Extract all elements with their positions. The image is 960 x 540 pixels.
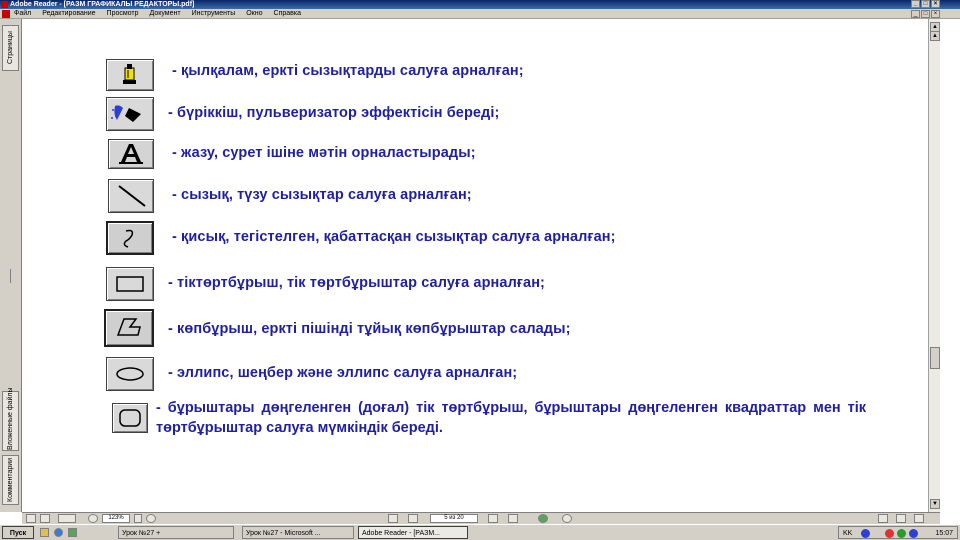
text-tool-button (108, 139, 154, 169)
taskbar-folder-button[interactable]: Урок №27 + (118, 526, 234, 539)
menu-help[interactable]: Справка (274, 9, 301, 19)
system-tray: KK 15:07 (838, 526, 958, 539)
curve-tool-button (106, 221, 154, 255)
quicklaunch-desktop-icon[interactable] (68, 528, 77, 537)
curve-icon (123, 229, 134, 248)
spray-description: - бүріккіш, пульверизатор эффектісін бер… (168, 105, 500, 121)
window-controls: _ □ × (911, 0, 940, 8)
vertical-scrollbar[interactable]: ▲ ▲ ▼ (928, 19, 940, 512)
taskbar: Пуск Урок №27 + Урок №27 - Microsoft ...… (0, 524, 960, 540)
page-number-field[interactable]: 5 из 20 (430, 514, 478, 523)
adobe-reader-icon (1, 1, 8, 8)
doc-minimize-button[interactable]: _ (911, 10, 920, 18)
tab-comments[interactable]: Комментарии (2, 455, 19, 505)
scroll-up-page-icon[interactable]: ▲ (930, 31, 940, 41)
polygon-icon (116, 318, 141, 336)
tab-attachments[interactable]: Вложенные файлы (2, 387, 19, 451)
pencil-icon (123, 64, 136, 84)
facing-page-icon[interactable] (914, 514, 924, 523)
language-indicator[interactable]: KK (843, 527, 852, 540)
previous-page-icon[interactable] (408, 514, 418, 523)
line-tool-button (108, 179, 154, 213)
menu-edit[interactable]: Редактирование (42, 9, 95, 19)
spray-icon (111, 105, 141, 122)
first-page-icon[interactable] (388, 514, 398, 523)
scroll-down-icon[interactable]: ▼ (930, 499, 940, 509)
tray-icon-2[interactable] (885, 529, 894, 538)
status-bar: 123% 5 из 20 (22, 512, 940, 524)
page-layout-icon[interactable] (58, 514, 76, 523)
ellipse-icon (116, 367, 144, 381)
taskbar-word-button[interactable]: Урок №27 - Microsoft ... (242, 526, 354, 539)
document-icon (2, 10, 10, 18)
navigation-panel: Страницы Вложенные файлы Комментарии (0, 19, 22, 512)
last-page-icon[interactable] (508, 514, 518, 523)
zoom-out-icon[interactable] (88, 514, 98, 523)
polygon-tool-button (104, 309, 154, 347)
rectangle-tool-button (106, 267, 154, 301)
document-view: - қылқалам, еркті сызықтарды салуға арна… (22, 19, 928, 512)
minimize-button[interactable]: _ (911, 0, 920, 8)
rectangle-description: - тіктөртбұрыш, тік төртбұрыштар салуға … (168, 275, 545, 291)
text-tool-icon (119, 144, 143, 164)
curve-description: - қисық, тегістелген, қабаттасқан сызықт… (172, 229, 616, 245)
menu-file[interactable]: Файл (14, 9, 31, 19)
menu-document[interactable]: Документ (150, 9, 181, 19)
pencil-tool-button (106, 59, 154, 91)
clock: 15:07 (935, 530, 953, 537)
polygon-description: - көпбұрыш, еркті пішінді тұйық көпбұрыш… (168, 321, 571, 337)
next-page-icon[interactable] (488, 514, 498, 523)
rounded-rectangle-tool-button (112, 403, 148, 433)
doc-close-button[interactable]: × (931, 10, 940, 18)
line-icon (118, 185, 146, 207)
window-title: Adobe Reader - [РАЗМ ГРАФИКАЛЫ РЕДАКТОРЫ… (10, 1, 195, 8)
menu-view[interactable]: Просмотр (107, 9, 139, 19)
ellipse-description: - эллипс, шеңбер және эллипс салуға арна… (168, 365, 518, 381)
quicklaunch-browser-icon[interactable] (54, 528, 63, 537)
panel-resize-handle[interactable] (10, 269, 12, 283)
close-button[interactable]: × (931, 0, 940, 8)
hand-tool-icon[interactable] (26, 514, 36, 523)
rounded-rectangle-icon (119, 409, 141, 427)
menu-window[interactable]: Окно (246, 9, 262, 19)
zoom-dropdown-icon[interactable] (134, 514, 142, 523)
ellipse-tool-button (106, 357, 154, 391)
doc-restore-button[interactable]: □ (921, 10, 930, 18)
start-button[interactable]: Пуск (2, 526, 34, 539)
taskbar-adobe-button[interactable]: Adobe Reader - [РАЗМ... (358, 526, 468, 539)
restore-button[interactable]: □ (921, 0, 930, 8)
menu-bar: Файл Редактирование Просмотр Документ Ин… (0, 9, 960, 19)
rounded-rectangle-description: - бұрыштары дөңгеленген (доғал) тік төрт… (156, 400, 866, 436)
single-page-icon[interactable] (878, 514, 888, 523)
continuous-page-icon[interactable] (896, 514, 906, 523)
select-tool-icon[interactable] (40, 514, 50, 523)
zoom-level-field[interactable]: 123% (102, 514, 130, 523)
scroll-thumb[interactable] (930, 347, 940, 369)
go-back-icon[interactable] (538, 514, 548, 523)
zoom-in-icon[interactable] (146, 514, 156, 523)
rectangle-icon (116, 276, 144, 292)
pencil-description: - қылқалам, еркті сызықтарды салуға арна… (172, 63, 524, 79)
go-forward-icon[interactable] (562, 514, 572, 523)
tray-icon-4[interactable] (909, 529, 918, 538)
spray-tool-button (106, 97, 154, 131)
menu-tools[interactable]: Инструменты (192, 9, 236, 19)
document-controls: _ □ × (911, 10, 940, 18)
tray-icon-1[interactable] (861, 529, 870, 538)
line-description: - сызық, түзу сызықтар салуға арналған; (172, 187, 472, 203)
text-description: - жазу, сурет ішіне мәтін орналастырады; (172, 145, 476, 161)
window-titlebar: Adobe Reader - [РАЗМ ГРАФИКАЛЫ РЕДАКТОРЫ… (0, 0, 960, 9)
tray-icon-3[interactable] (897, 529, 906, 538)
quicklaunch-folder-icon[interactable] (40, 528, 49, 537)
tab-pages[interactable]: Страницы (2, 25, 19, 71)
